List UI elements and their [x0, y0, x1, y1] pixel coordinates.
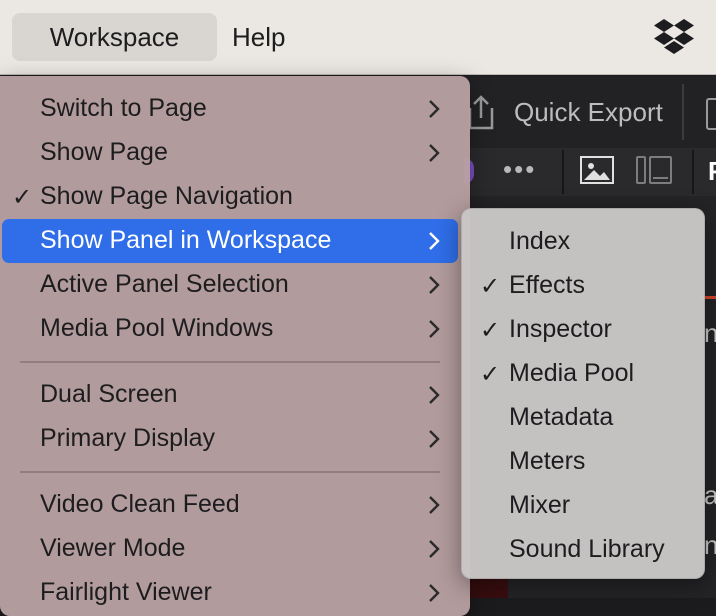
menu-item-media-pool-windows[interactable]: Media Pool Windows	[2, 307, 458, 351]
submenu-item-label: Media Pool	[509, 359, 635, 387]
menu-item-label: Show Page Navigation	[40, 182, 293, 210]
menu-item-label: Switch to Page	[40, 94, 207, 122]
submenu-item-mixer[interactable]: Mixer	[466, 484, 700, 528]
toolbar-fragment-icon[interactable]	[706, 98, 716, 130]
menu-item-label: Video Clean Feed	[40, 490, 240, 518]
menu-separator	[20, 471, 440, 473]
chevron-right-icon	[429, 584, 440, 602]
quick-export-button[interactable]: Quick Export	[514, 94, 663, 130]
chevron-right-icon	[429, 496, 440, 514]
menu-item-viewer-mode[interactable]: Viewer Mode	[2, 527, 458, 571]
chevron-right-icon	[429, 144, 440, 162]
menubar-workspace[interactable]: Workspace	[12, 13, 217, 61]
menu-item-dual-screen[interactable]: Dual Screen	[2, 373, 458, 417]
submenu-item-label: Metadata	[509, 403, 614, 431]
checkmark-icon: ✓	[480, 317, 501, 344]
subtoolbar-divider	[562, 150, 564, 194]
text-fragment: n	[704, 530, 716, 560]
clip-thumbnail	[468, 578, 508, 598]
chevron-right-icon	[429, 540, 440, 558]
menu-item-primary-display[interactable]: Primary Display	[2, 417, 458, 461]
chevron-right-icon	[429, 320, 440, 338]
chevron-right-icon	[429, 386, 440, 404]
submenu-item-label: Effects	[509, 271, 585, 299]
submenu-item-label: Index	[509, 227, 571, 255]
dropbox-icon[interactable]	[653, 18, 695, 56]
menu-item-active-panel-selection[interactable]: Active Panel Selection	[2, 263, 458, 307]
menu-item-label: Dual Screen	[40, 380, 178, 408]
image-view-icon[interactable]	[580, 156, 614, 184]
submenu-item-index[interactable]: Index	[466, 220, 700, 264]
checkmark-icon: ✓	[480, 273, 501, 300]
toolbar-divider	[682, 84, 684, 140]
submenu-item-metadata[interactable]: Metadata	[466, 396, 700, 440]
menu-item-label: Media Pool Windows	[40, 314, 274, 342]
subtoolbar-divider	[692, 150, 694, 194]
show-panel-submenu: Index ✓ Effects ✓ Inspector ✓ Media Pool…	[461, 208, 705, 579]
submenu-item-sound-library[interactable]: Sound Library	[466, 528, 700, 572]
menu-item-fairlight-viewer[interactable]: Fairlight Viewer	[2, 571, 458, 615]
menu-item-label: Primary Display	[40, 424, 216, 452]
checkmark-icon: ✓	[480, 361, 501, 388]
menu-item-video-clean-feed[interactable]: Video Clean Feed	[2, 483, 458, 527]
panel-title-fragment: F	[708, 156, 716, 186]
panel-layout-icon[interactable]	[636, 156, 672, 184]
submenu-item-inspector[interactable]: ✓ Inspector	[466, 308, 700, 352]
submenu-item-label: Meters	[509, 447, 586, 475]
menu-separator	[20, 361, 440, 363]
text-fragment: n	[704, 318, 716, 348]
submenu-item-meters[interactable]: Meters	[466, 440, 700, 484]
menubar-help[interactable]: Help	[232, 13, 285, 61]
text-fragment: a	[704, 480, 716, 510]
menu-item-switch-to-page[interactable]: Switch to Page	[2, 87, 458, 131]
menu-item-show-page-navigation[interactable]: ✓ Show Page Navigation	[2, 175, 458, 219]
submenu-item-media-pool[interactable]: ✓ Media Pool	[466, 352, 700, 396]
submenu-item-label: Sound Library	[509, 535, 665, 563]
submenu-item-label: Mixer	[509, 491, 571, 519]
menu-bar: Workspace Help	[0, 0, 716, 75]
menu-item-label: Fairlight Viewer	[40, 578, 212, 606]
chevron-right-icon	[429, 100, 440, 118]
checkmark-icon: ✓	[12, 184, 33, 211]
menu-item-show-panel-in-workspace[interactable]: Show Panel in Workspace	[2, 219, 458, 263]
submenu-item-effects[interactable]: ✓ Effects	[466, 264, 700, 308]
submenu-item-label: Inspector	[509, 315, 612, 343]
chevron-right-icon	[429, 232, 440, 250]
menu-item-label: Show Page	[40, 138, 168, 166]
menu-item-label: Show Panel in Workspace	[40, 226, 332, 254]
export-icon[interactable]	[466, 94, 496, 130]
menu-item-label: Active Panel Selection	[40, 270, 289, 298]
menu-item-show-page[interactable]: Show Page	[2, 131, 458, 175]
chevron-right-icon	[429, 276, 440, 294]
menu-item-label: Viewer Mode	[40, 534, 186, 562]
workspace-menu: Switch to Page Show Page ✓ Show Page Nav…	[0, 76, 470, 616]
more-options-icon[interactable]: •••	[503, 154, 536, 185]
chevron-right-icon	[429, 430, 440, 448]
